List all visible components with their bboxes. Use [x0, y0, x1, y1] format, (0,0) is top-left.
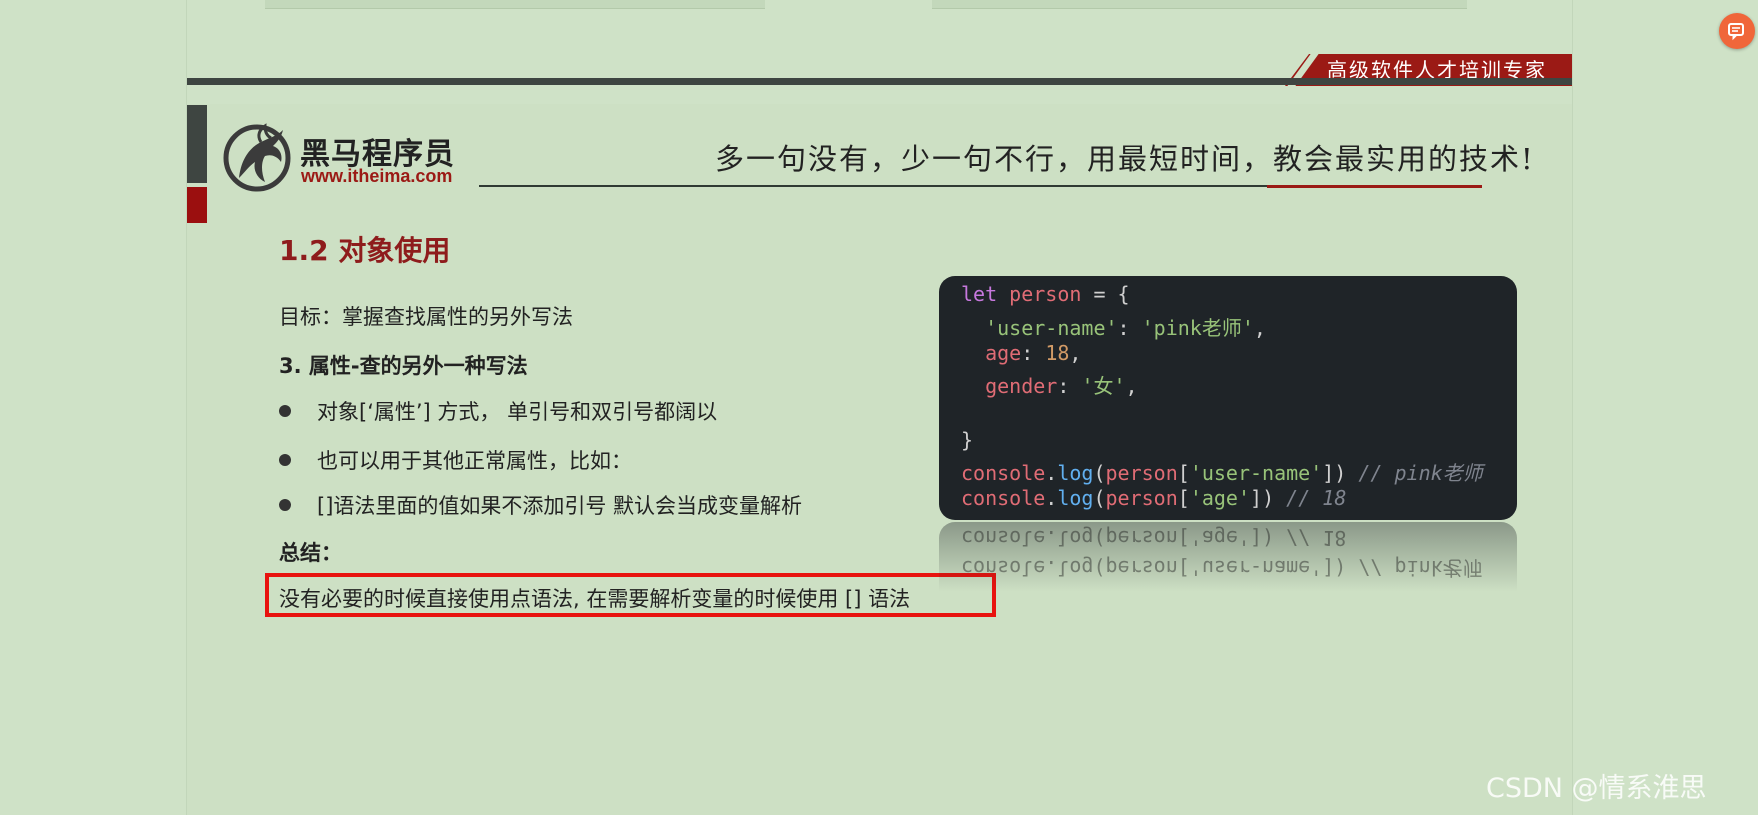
slide-page: 高级软件人才培训专家 黑马程序员 www.itheima.com 多一句没有，少…: [186, 0, 1573, 815]
bullet-text: 也可以用于其他正常属性，比如：: [317, 449, 632, 473]
top-strip-right: [932, 0, 1467, 9]
bullet-item: 也可以用于其他正常属性，比如：: [279, 445, 632, 475]
code-line: 'user-name': 'pink老师',: [985, 316, 1266, 340]
reflection-line: console.log(person['age']) // 18: [961, 526, 1347, 550]
reflection-line: console.log(person['user-name']) // pink…: [961, 556, 1483, 580]
bullet-text: []语法里面的值如果不添加引号 默认会当成变量解析: [317, 494, 803, 518]
chat-icon: [1728, 23, 1744, 41]
csdn-watermark: CSDN @情系淮思: [1486, 773, 1707, 804]
code-line: gender: '女',: [985, 374, 1138, 398]
code-line: age: 18,: [985, 341, 1082, 365]
motto-underline-accent: [1267, 185, 1482, 188]
accent-bar-red: [187, 187, 207, 223]
point-heading: 3. 属性-查的另外一种写法: [279, 354, 528, 378]
accent-bar-dark: [187, 105, 207, 183]
bullet-text: 对象[‘属性’] 方式， 单引号和双引号都阔以: [317, 400, 718, 424]
bullet-dot-icon: [279, 454, 291, 466]
floating-action-button[interactable]: [1719, 13, 1755, 49]
code-line: }: [961, 428, 974, 452]
summary-text: 没有必要的时候直接使用点语法, 在需要解析变量的时候使用 [] 语法: [279, 587, 911, 611]
code-block: let person = { 'user-name': 'pink老师', ag…: [939, 276, 1517, 520]
header-divider: [187, 78, 1572, 85]
summary-label: 总结：: [279, 541, 342, 565]
bullet-item: []语法里面的值如果不添加引号 默认会当成变量解析: [279, 490, 802, 520]
bullet-dot-icon: [279, 499, 291, 511]
code-line: console.log(person['age']) // 18: [961, 486, 1347, 510]
code-line: console.log(person['user-name']) // pink…: [961, 461, 1483, 485]
code-reflection: console.log(person['age']) // 18 console…: [939, 522, 1517, 592]
code-line: let person = {: [961, 282, 1130, 306]
bullet-item: 对象[‘属性’] 方式， 单引号和双引号都阔以: [279, 396, 717, 426]
brand-motto: 多一句没有，少一句不行，用最短时间，教会最实用的技术!: [715, 142, 1535, 176]
goal-text: 目标：掌握查找属性的另外写法: [279, 305, 573, 329]
brand-url: www.itheima.com: [301, 166, 453, 186]
slide-title: 1.2 对象使用: [279, 234, 451, 267]
bullet-dot-icon: [279, 405, 291, 417]
horse-logo-icon: [223, 123, 291, 192]
top-strip-left: [265, 0, 765, 9]
